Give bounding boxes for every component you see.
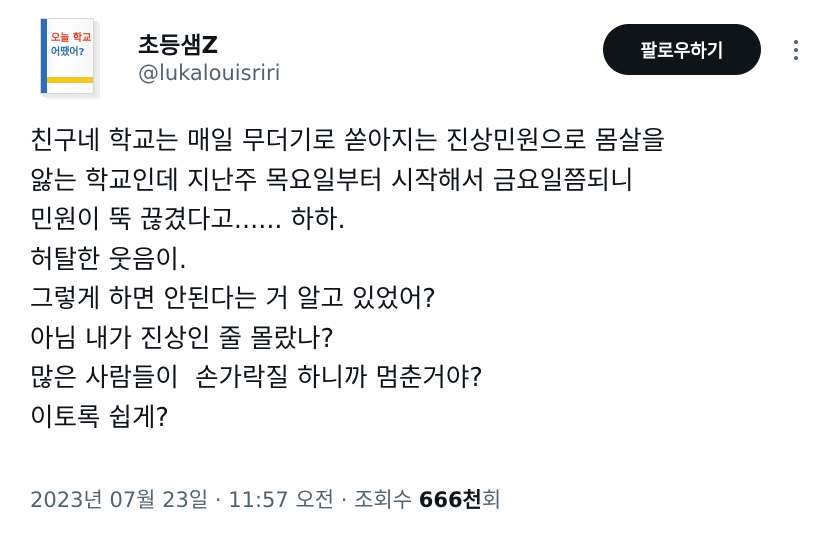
- book-strip: [47, 77, 93, 83]
- user-handle[interactable]: @lukalouisriri: [138, 61, 281, 85]
- timestamp[interactable]: 2023년 07월 23일 · 11:57 오전 · 조회수: [30, 488, 419, 512]
- tweet-text-line: 이토록 쉽게?: [30, 402, 169, 433]
- tweet-text-line: 친구네 학교는 매일 무더기로 쏟아지는 진상민원으로 몸살을: [30, 126, 666, 156]
- more-dot: [794, 56, 798, 60]
- tweet-meta: 2023년 07월 23일 · 11:57 오전 · 조회수 666천회: [30, 484, 501, 514]
- tweet-text-line: 그렇게 하면 안된다는 거 알고 있었어?: [30, 284, 436, 314]
- follow-button[interactable]: 팔로우하기: [603, 24, 761, 75]
- more-dot: [794, 40, 798, 44]
- display-name[interactable]: 초등샘Z: [138, 26, 218, 60]
- more-dot: [794, 48, 798, 52]
- avatar-book-image: 오늘 학교 어땠어?: [40, 18, 94, 94]
- tweet-text-line: 민원이 뚝 끊겼다고...... 하하.: [30, 205, 346, 235]
- views-count[interactable]: 666천: [419, 488, 482, 512]
- views-suffix: 회: [481, 488, 502, 512]
- book-title-line2: 어땠어?: [51, 47, 85, 58]
- tweet-text-line: 앓는 학교인데 지난주 목요일부터 시작해서 금요일쯤되니: [30, 165, 634, 196]
- tweet-text: 친구네 학교는 매일 무더기로 쏟아지는 진상민원으로 몸살을 앓는 학교인데 …: [30, 122, 820, 438]
- avatar[interactable]: 오늘 학교 어땠어?: [30, 14, 104, 98]
- book-title-line1: 오늘 학교: [51, 33, 92, 44]
- tweet-text-line: 허탈한 웃음이.: [30, 244, 187, 275]
- tweet-text-line: 아님 내가 진상인 줄 몰랐나?: [30, 323, 335, 354]
- more-vertical-icon[interactable]: [786, 32, 806, 68]
- tweet-text-line: 많은 사람들이 손가락질 하니까 멈춘거야?: [30, 363, 483, 393]
- tweet-card: 오늘 학교 어땠어? 초등샘Z @lukalouisriri 팔로우하기 친구네…: [0, 0, 840, 533]
